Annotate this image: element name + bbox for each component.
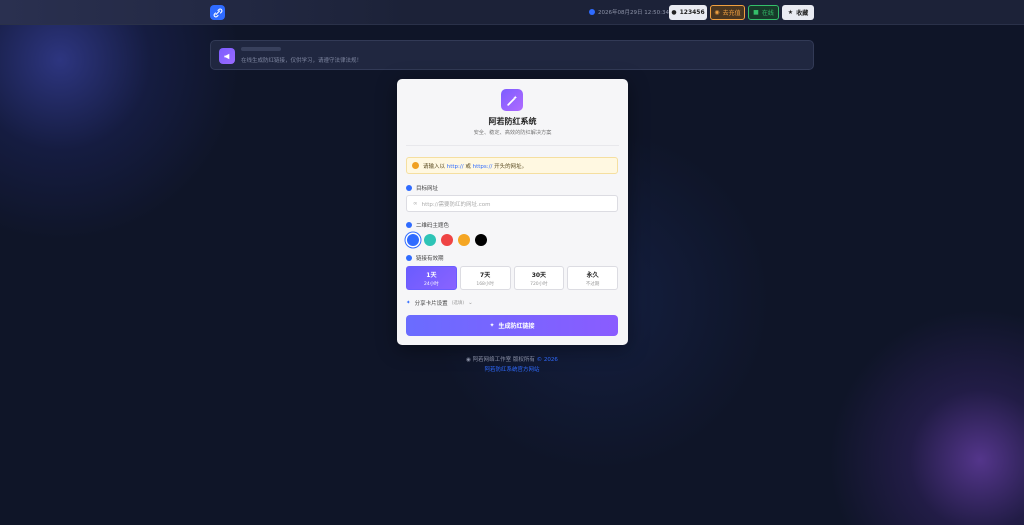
color-swatch-orange[interactable] [458, 234, 470, 246]
online-label: 在线 [761, 10, 774, 17]
warning-icon [412, 162, 419, 169]
validity-option-1-day[interactable]: 1天 24小时 [406, 266, 457, 290]
favorite-label: 收藏 [796, 10, 809, 17]
validity-label: 链接有效期 [406, 254, 444, 262]
target-url-input[interactable]: ∞ http://需要防红的网址.com [406, 195, 618, 212]
validity-option-permanent[interactable]: 永久 不过期 [567, 266, 618, 290]
copyright-icon: ◉ [466, 357, 471, 363]
user-icon: ● [671, 9, 677, 16]
warning-text: 请输入以 http:// 或 https:// 开头的网址。 [423, 163, 528, 170]
star-icon: ★ [787, 9, 794, 16]
validity-option-30-days[interactable]: 30天 720小时 [513, 266, 565, 290]
chat-icon: ■ [753, 9, 759, 16]
share-optional: (选填) [451, 301, 465, 306]
generate-label: 生成防红链接 [498, 323, 535, 330]
color-swatch-teal[interactable] [424, 234, 436, 246]
footer-copyright: ◉ 阿若网络工作室 版权所有 © 2026 [466, 357, 558, 363]
top-bar: 2026年08月29日 12:50:34 ● 123456 ◉ 去充值 ■ 在线… [0, 0, 1024, 25]
footer-site-link[interactable]: 阿若防红系统官方网站 [0, 365, 1024, 373]
notice-title-placeholder [241, 47, 281, 51]
user-button[interactable]: ● 123456 [669, 5, 707, 20]
qr-color-label: 二维码主题色 [406, 221, 449, 229]
palette-icon [406, 222, 412, 228]
color-swatch-red[interactable] [441, 234, 453, 246]
validity-option-7-days[interactable]: 7天 168小时 [459, 266, 511, 290]
target-url-placeholder: http://需要防红的网址.com [421, 201, 491, 208]
share-label: 分享卡片设置 [414, 301, 448, 307]
recharge-button[interactable]: ◉ 去充值 [710, 5, 745, 20]
qr-color-picker [407, 234, 487, 246]
magic-wand-icon: ✦ [489, 322, 495, 329]
coin-icon: ◉ [714, 9, 720, 16]
color-swatch-blue[interactable] [407, 234, 419, 246]
link-generator-card: 阿若防红系统 安全、稳定、高效的防红解决方案 请输入以 http:// 或 ht… [397, 79, 628, 345]
online-button[interactable]: ■ 在线 [748, 5, 779, 20]
notice-text: 在线生成防红链接，仅供学习，请遵守法律法规！ [241, 58, 363, 64]
recharge-label: 去充值 [722, 10, 741, 17]
link-icon: ∞ [413, 200, 418, 207]
generate-link-button[interactable]: ✦ 生成防红链接 [406, 315, 618, 336]
clock-icon [589, 9, 595, 15]
globe-icon [406, 185, 412, 191]
card-title: 阿若防红系统 [488, 117, 537, 126]
favorite-button[interactable]: ★ 收藏 [782, 5, 814, 20]
chevron-down-icon: ⌄ [468, 300, 473, 306]
divider [406, 145, 619, 146]
validity-options: 1天 24小时 7天 168小时 30天 720小时 永久 不过期 [406, 266, 618, 290]
clock-icon [406, 255, 412, 261]
card-subtitle: 安全、稳定、高效的防红解决方案 [473, 130, 552, 136]
user-label: 123456 [679, 9, 705, 16]
app-logo-link-icon[interactable] [210, 5, 225, 20]
target-url-label: 目标网址 [406, 184, 438, 192]
megaphone-icon [219, 48, 235, 64]
magic-wand-icon [501, 89, 523, 111]
color-swatch-black[interactable] [475, 234, 487, 246]
share-card-settings-toggle[interactable]: ✦ 分享卡片设置 (选填) ⌄ [406, 299, 473, 307]
datetime-text: 2026年08月29日 12:50:34 [598, 10, 669, 16]
url-format-warning: 请输入以 http:// 或 https:// 开头的网址。 [406, 157, 618, 174]
current-datetime: 2026年08月29日 12:50:34 [589, 8, 669, 16]
share-icon: ✦ [406, 300, 411, 306]
notice-banner: 在线生成防红链接，仅供学习，请遵守法律法规！ [210, 40, 814, 70]
